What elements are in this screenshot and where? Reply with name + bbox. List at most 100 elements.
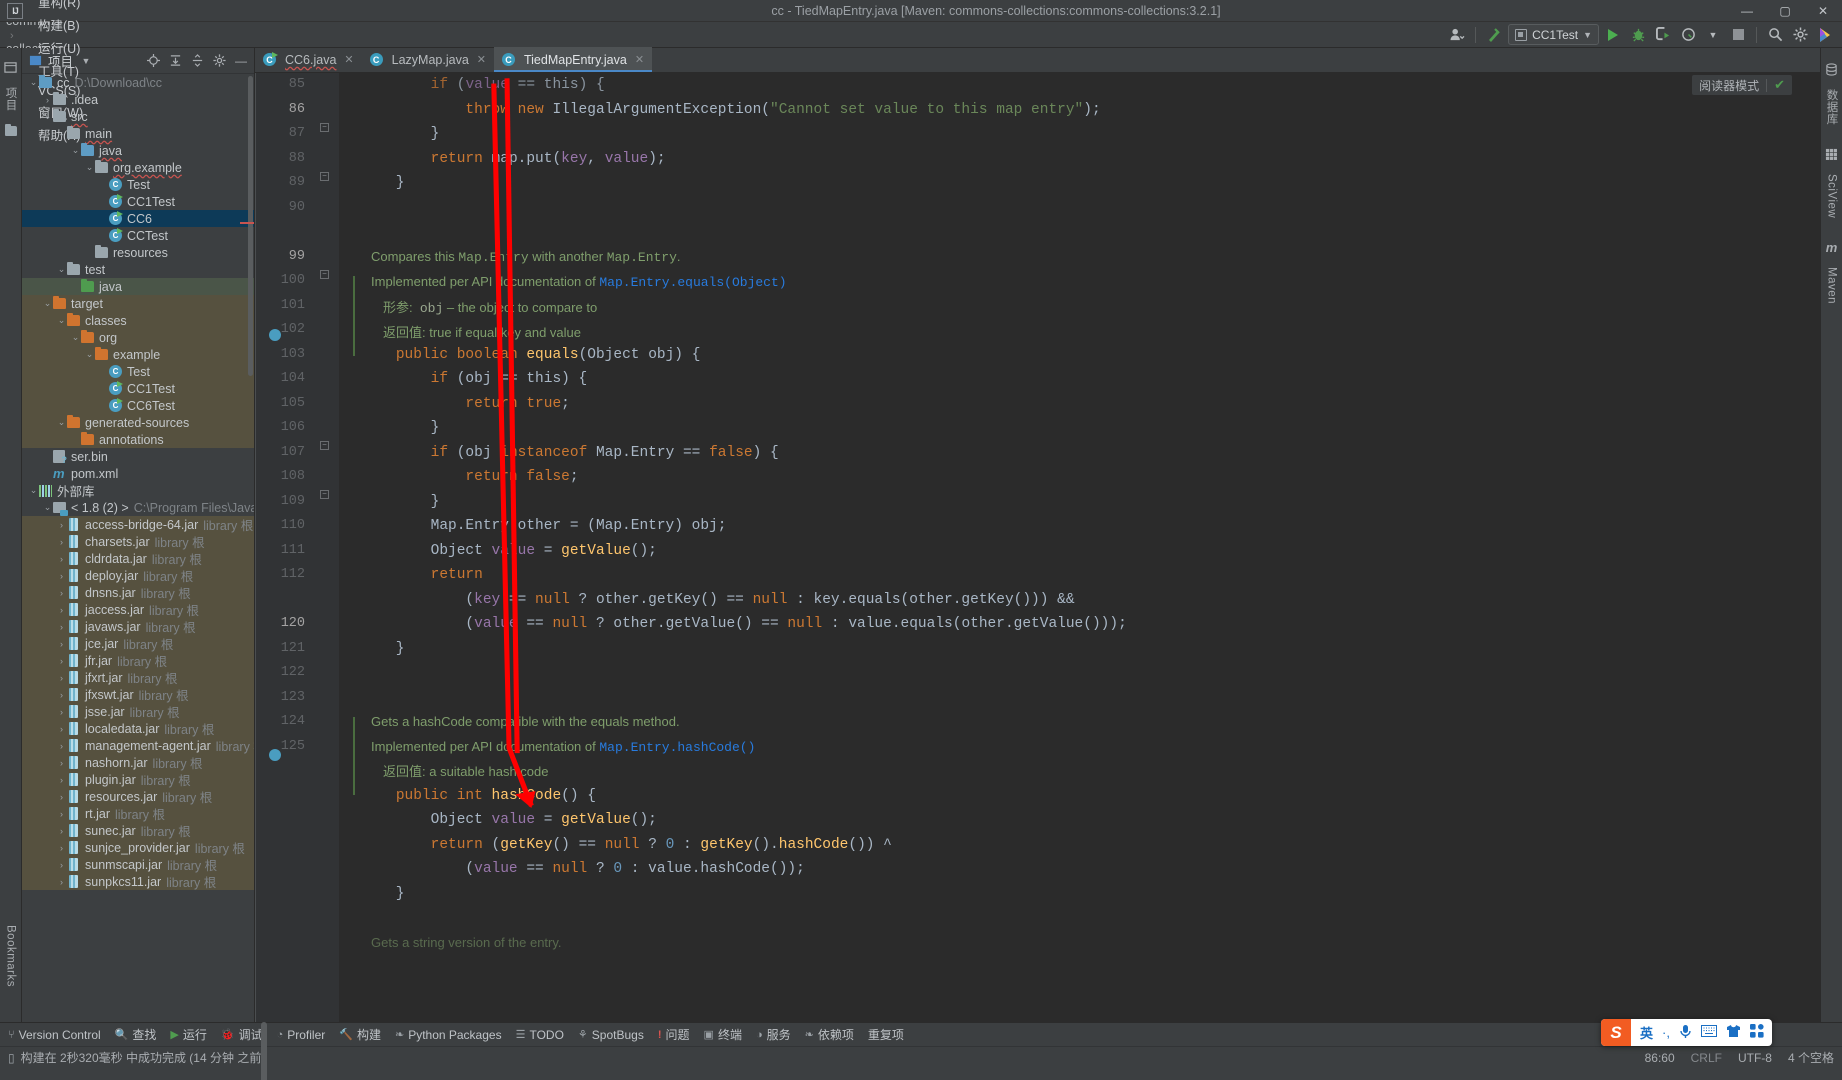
code-line[interactable]: (value == null ? other.getValue() == nul… [361,612,1820,637]
mic-icon[interactable] [1679,1024,1692,1042]
tree-item[interactable]: ⌄ classes [22,312,254,329]
editor-scrollbar-thumb[interactable] [261,1022,267,1080]
code-line[interactable]: (key == null ? other.getKey() == null : … [361,588,1820,613]
tree-item[interactable]: ser.bin [22,448,254,465]
ime-punctuation-icon[interactable]: ·, [1662,1025,1670,1040]
tree-item[interactable]: m pom.xml [22,465,254,482]
code-line[interactable]: if (value == this) { [361,73,1820,98]
chevron-down-icon[interactable]: ⌄ [56,264,67,275]
tree-item[interactable]: › sunec.jar library 根 [22,822,254,839]
chevron-right-icon[interactable]: › [56,775,67,785]
code-line[interactable] [361,906,1820,931]
indent-setting[interactable]: 4 个空格 [1788,1049,1834,1066]
code-line[interactable]: (value == null ? 0 : value.hashCode()); [361,857,1820,882]
editor-tab[interactable]: C TiedMapEntry.java ✕ [493,47,653,72]
tool-window-button[interactable]: 重复项 [868,1026,904,1043]
tool-window-button[interactable]: ◑ 服务 [756,1026,791,1043]
run-gutter-icon[interactable] [269,749,281,761]
close-icon[interactable]: ✕ [344,53,353,66]
tool-window-button[interactable]: ⑂ Version Control [8,1028,101,1042]
tree-item[interactable]: › jfxrt.jar library 根 [22,669,254,686]
tool-window-button[interactable]: ◔ Profiler [277,1028,326,1042]
chevron-right-icon[interactable]: › [56,673,67,683]
code-line[interactable]: } [361,416,1820,441]
tree-item[interactable]: › jce.jar library 根 [22,635,254,652]
tree-item[interactable]: java [22,278,254,295]
code-line[interactable] [361,661,1820,686]
chevron-down-icon[interactable]: ⌄ [42,502,53,513]
tree-item[interactable]: ⌄ < 1.8 (2) > C:\Program Files\Java\jdk [22,499,254,516]
code-line[interactable]: Compares this Map.Entry with another Map… [361,220,1820,343]
tool-window-button[interactable]: ☰ TODO [516,1028,564,1042]
tool-window-button[interactable]: ⚘ SpotBugs [578,1028,644,1042]
run-gutter-icon[interactable] [269,329,281,341]
tool-window-button[interactable]: ! 问题 [658,1026,690,1043]
stop-icon[interactable] [1727,24,1749,46]
close-button[interactable]: ✕ [1804,0,1842,22]
chevron-down-icon[interactable]: ⌄ [28,485,39,496]
right-rail-database-label[interactable]: 数据库 [1824,82,1840,132]
tree-item[interactable]: › jsse.jar library 根 [22,703,254,720]
caret-position[interactable]: 86:60 [1645,1051,1675,1065]
tree-item[interactable]: › jfxswt.jar library 根 [22,686,254,703]
tree-item[interactable]: C Test [22,363,254,380]
code-line[interactable]: public int hashCode() { [361,784,1820,809]
chevron-right-icon[interactable]: › [56,554,67,564]
tree-item[interactable]: resources [22,244,254,261]
expand-all-icon[interactable] [166,52,184,70]
settings-gear-icon[interactable] [1789,24,1811,46]
tree-item[interactable]: › localedata.jar library 根 [22,720,254,737]
tree-item[interactable]: › sunjce_provider.jar library 根 [22,839,254,856]
code-line[interactable]: if (obj == this) { [361,367,1820,392]
fold-marker[interactable]: − [320,270,329,279]
debug-icon[interactable] [1627,24,1649,46]
menu-item-6[interactable]: 构建(B) [30,13,91,36]
line-separator[interactable]: CRLF [1691,1051,1722,1065]
ime-mode-label[interactable]: 英 [1640,1023,1653,1042]
chevron-down-icon[interactable]: ⌄ [56,128,67,139]
scroll-from-source-icon[interactable] [144,52,162,70]
chevron-down-icon[interactable]: ⌄ [42,111,53,122]
tree-item[interactable]: ⌄ src [22,108,254,125]
code-editor[interactable]: 85 86 87 88 89 90 99 100 101 102 103 104 105 106 107 10… [255,73,1820,1022]
project-tree[interactable]: ⌄ cc D:\Download\cc › .idea ⌄ src ⌄ main ⌄ java ⌄ or… [22,74,254,1022]
fold-marker[interactable]: − [320,441,329,450]
chevron-right-icon[interactable]: › [56,809,67,819]
chevron-right-icon[interactable]: › [56,860,67,870]
chevron-right-icon[interactable]: › [42,95,53,105]
code-content[interactable]: if (value == this) { throw new IllegalAr… [339,73,1820,1022]
apps-icon[interactable] [1750,1024,1764,1041]
tree-item[interactable]: › jfr.jar library 根 [22,652,254,669]
code-line[interactable] [361,196,1820,221]
tree-item[interactable]: C Test [22,176,254,193]
tree-item[interactable]: › dnsns.jar library 根 [22,584,254,601]
code-line[interactable]: return map.put(key, value); [361,147,1820,172]
tree-item[interactable]: ⌄ org.example [22,159,254,176]
code-line[interactable]: Object value = getValue(); [361,539,1820,564]
left-rail-project-label[interactable]: 项目 [3,80,19,118]
tool-window-button[interactable]: 🔨 构建 [339,1026,381,1043]
chevron-right-icon[interactable]: › [56,843,67,853]
tree-item[interactable]: ⌄ 外部库 [22,482,254,499]
tree-item[interactable]: C CC1Test [22,380,254,397]
code-line[interactable]: Gets a hashCode compatible with the equa… [361,686,1820,784]
chevron-right-icon[interactable]: › [56,741,67,751]
hide-panel-icon[interactable]: — [232,52,250,70]
tree-item[interactable]: › management-agent.jar library 根 [22,737,254,754]
tree-item[interactable]: ⌄ test [22,261,254,278]
chevron-down-icon[interactable]: ⌄ [28,77,39,88]
minimize-button[interactable]: — [1728,0,1766,22]
tree-item[interactable]: ⌄ example [22,346,254,363]
settings-gear-icon[interactable] [210,52,228,70]
tree-item[interactable]: annotations [22,431,254,448]
tree-item[interactable]: › deploy.jar library 根 [22,567,254,584]
chevron-down-icon[interactable]: ▼ [1702,24,1724,46]
chevron-right-icon[interactable]: › [56,622,67,632]
close-icon[interactable]: ✕ [477,53,486,66]
tool-window-button[interactable]: ▶ 运行 [170,1026,206,1043]
chevron-down-icon[interactable]: ⌄ [70,332,81,343]
code-line[interactable]: } [361,122,1820,147]
run-with-coverage-icon[interactable] [1652,24,1674,46]
menu-item-5[interactable]: 重构(R) [30,0,91,13]
left-rail-bookmarks-label[interactable]: Bookmarks [5,918,17,994]
